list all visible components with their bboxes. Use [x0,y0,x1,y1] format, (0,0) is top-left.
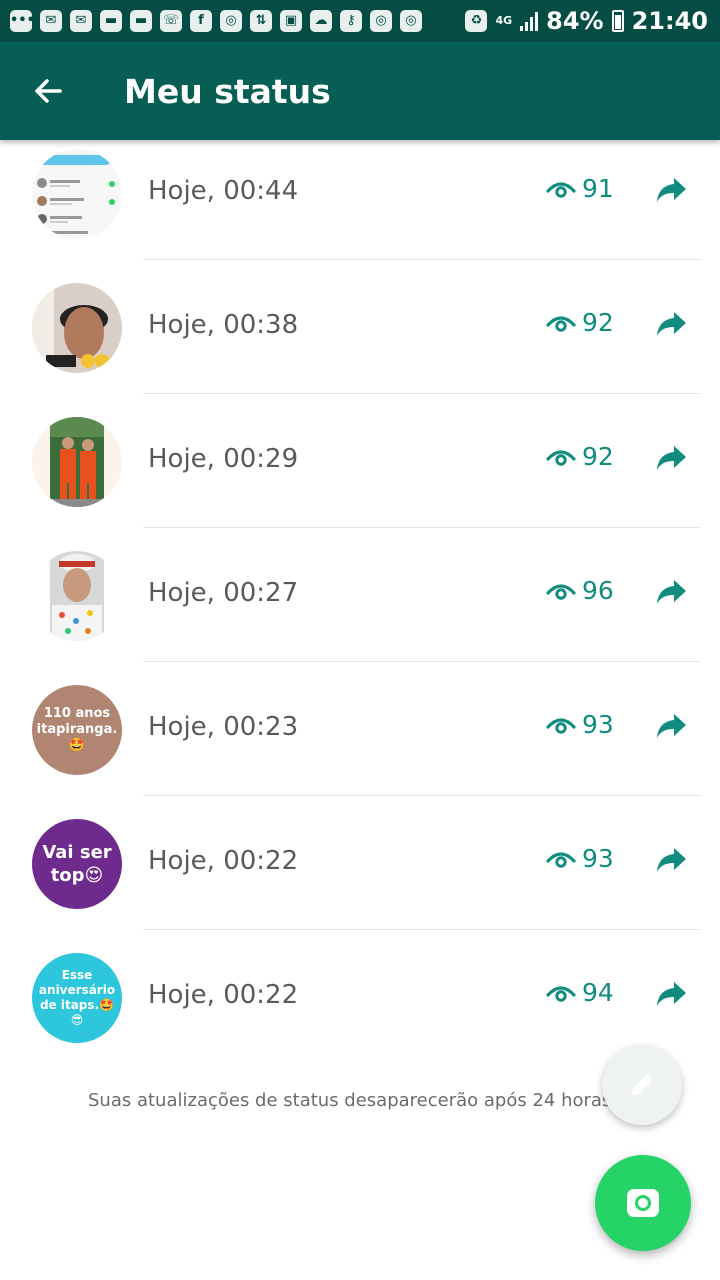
view-count[interactable]: 93 [546,844,614,873]
facebook-icon: f [190,10,212,32]
status-thumbnail: 110 anos itapiranga. 🤩 [32,685,122,775]
view-count-value: 94 [582,978,614,1007]
eye-icon [546,583,576,600]
instagram-icon: ◎ [400,10,422,32]
share-arrow-icon [657,714,686,738]
status-time: Hoje, 00:23 [148,712,299,742]
share-button[interactable] [656,980,688,1012]
share-arrow-icon [657,982,686,1006]
text-status-preview: Esse aniversário de itaps.🤩 😎 [38,968,116,1027]
status-item[interactable]: Esse aniversário de itaps.🤩 😎 Hoje, 00:2… [0,930,720,1060]
share-button[interactable] [656,444,688,476]
share-button[interactable] [656,578,688,610]
share-arrow-icon [657,178,686,202]
notification-icons: ••• ✉ ✉ ▬ ▬ ☏ f ◎ ⇅ ▣ ☁ ⚷ ◎ ◎ [0,10,422,32]
status-item[interactable]: Hoje, 00:29 92 [0,394,720,528]
transfer-icon: ⇅ [250,10,272,32]
text-status-preview: Vai ser top😍 [42,842,112,886]
status-item[interactable]: 110 anos itapiranga. 🤩 Hoje, 00:23 93 [0,662,720,796]
status-list: Hoje, 00:44 91 Hoje, 00:38 92 Hoje, 00:2… [0,140,720,1060]
view-count-value: 93 [582,844,614,873]
status-thumbnail: Esse aniversário de itaps.🤩 😎 [32,953,122,1043]
signal-icon [520,11,539,31]
status-time: Hoje, 00:38 [148,310,299,340]
instagram-icon: ◎ [370,10,392,32]
eye-icon [546,449,576,466]
share-button[interactable] [656,176,688,208]
system-indicators: ♻ 4G 84% 21:40 [465,7,720,35]
chat-notification-icon: ••• [10,10,35,32]
messenger-icon: ✉ [40,10,62,32]
eye-icon [546,181,576,198]
camera-icon [627,1189,659,1217]
key-icon: ⚷ [340,10,362,32]
status-time: Hoje, 00:29 [148,444,299,474]
view-count-value: 96 [582,576,614,605]
text-status-button[interactable] [602,1045,682,1125]
back-button[interactable] [18,61,78,121]
status-time: Hoje, 00:27 [148,578,299,608]
share-button[interactable] [656,310,688,342]
share-arrow-icon [657,848,686,872]
status-thumbnail [32,551,122,641]
status-thumbnail: Vai ser top😍 [32,819,122,909]
share-arrow-icon [657,446,686,470]
status-expiry-note: Suas atualizações de status desaparecerã… [88,1090,608,1111]
back-arrow-icon [35,79,62,103]
network-type: 4G [495,14,513,27]
eye-icon [546,315,576,332]
gallery-icon: ▣ [280,10,302,32]
messenger-icon: ✉ [70,10,92,32]
view-count[interactable]: 92 [546,442,614,471]
system-status-bar: ••• ✉ ✉ ▬ ▬ ☏ f ◎ ⇅ ▣ ☁ ⚷ ◎ ◎ ♻ 4G 84% 2… [0,0,720,42]
view-count[interactable]: 96 [546,576,614,605]
status-thumbnail [32,149,122,239]
photo-thumbnail [32,417,122,507]
text-status-preview: 110 anos itapiranga. 🤩 [36,706,118,753]
eye-icon [546,717,576,734]
cloud-icon: ☁ [310,10,332,32]
battery-icon [611,10,624,32]
share-arrow-icon [657,580,686,604]
status-item[interactable]: Vai ser top😍 Hoje, 00:22 93 [0,796,720,930]
message-icon: ▬ [100,10,122,32]
view-count[interactable]: 92 [546,308,614,337]
eye-icon [546,851,576,868]
selfie-thumbnail [32,551,122,641]
share-arrow-icon [657,312,686,336]
camera-status-button[interactable] [595,1155,691,1251]
status-item[interactable]: Hoje, 00:44 91 [0,140,720,260]
view-count[interactable]: 91 [546,174,614,203]
message-icon: ▬ [130,10,152,32]
share-button[interactable] [656,712,688,744]
instagram-icon: ◎ [220,10,242,32]
app-bar: Meu status [0,42,720,140]
view-count-value: 91 [582,174,614,203]
whatsapp-icon: ☏ [160,10,182,32]
view-count-value: 92 [582,442,614,471]
eye-icon [546,985,576,1002]
status-time: Hoje, 00:22 [148,846,299,876]
clock: 21:40 [631,7,708,35]
status-item[interactable]: Hoje, 00:38 92 [0,260,720,394]
view-count-value: 93 [582,710,614,739]
status-thumbnail [32,283,122,373]
battery-percent: 84% [546,7,604,35]
pencil-icon [631,1074,653,1096]
status-item[interactable]: Hoje, 00:27 96 [0,528,720,662]
status-time: Hoje, 00:44 [148,176,299,206]
view-count-value: 92 [582,308,614,337]
status-time: Hoje, 00:22 [148,980,299,1010]
selfie-thumbnail [32,283,122,373]
share-button[interactable] [656,846,688,878]
status-thumbnail [32,417,122,507]
recycle-icon: ♻ [465,10,488,32]
screenshot-thumbnail [32,149,122,239]
view-count[interactable]: 94 [546,978,614,1007]
page-title: Meu status [124,71,331,111]
view-count[interactable]: 93 [546,710,614,739]
